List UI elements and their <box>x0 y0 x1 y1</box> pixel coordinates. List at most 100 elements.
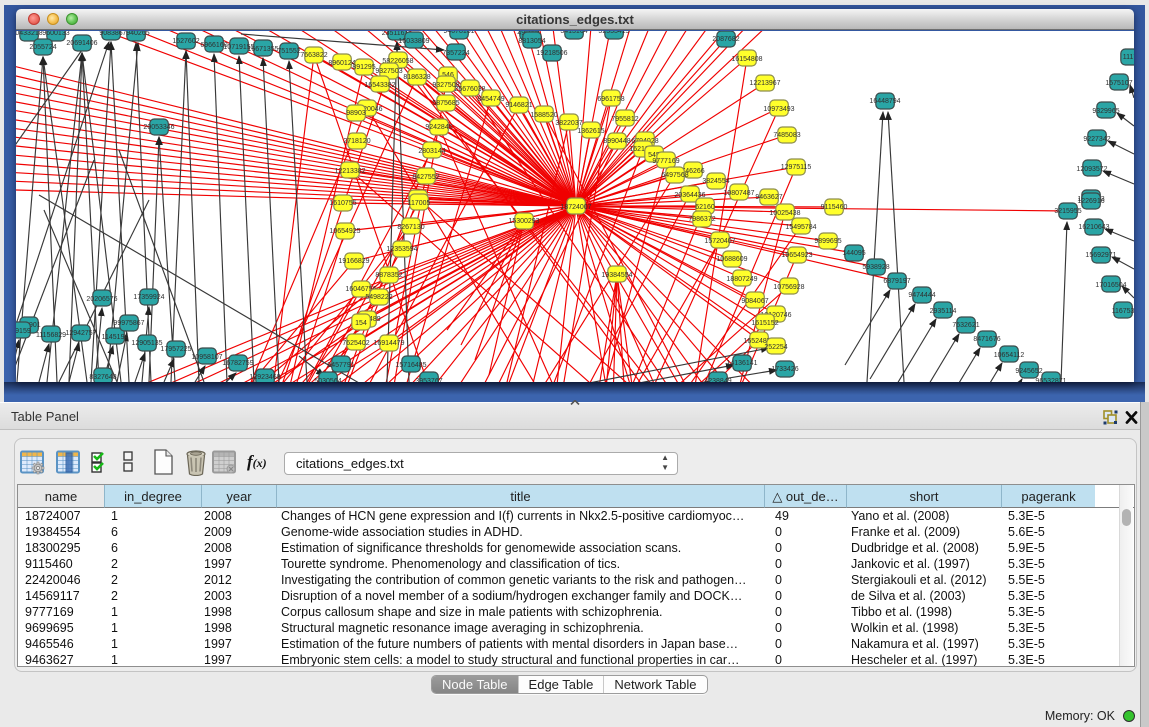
svg-text:17359924: 17359924 <box>133 294 164 301</box>
svg-text:12213967: 12213967 <box>749 80 780 87</box>
svg-text:15716485: 15716485 <box>395 362 426 369</box>
svg-text:12353594: 12353594 <box>386 246 417 253</box>
svg-text:7485083: 7485083 <box>773 132 800 139</box>
svg-text:2803144: 2803144 <box>418 148 445 155</box>
svg-text:9457791: 9457791 <box>327 362 354 369</box>
svg-text:4238849: 4238849 <box>704 378 731 382</box>
svg-text:12942757: 12942757 <box>65 330 96 337</box>
svg-text:1588520: 1588520 <box>530 112 557 119</box>
svg-text:9242845: 9242845 <box>425 124 452 131</box>
svg-text:10025438: 10025438 <box>769 210 800 217</box>
svg-text:117005: 117005 <box>408 200 431 207</box>
svg-text:18807249: 18807249 <box>726 276 757 283</box>
svg-text:99975867: 99975867 <box>113 320 144 327</box>
svg-text:1575107: 1575107 <box>1105 80 1132 87</box>
svg-text:6961758: 6961758 <box>597 96 624 103</box>
svg-text:9600133: 9600133 <box>42 31 69 37</box>
svg-text:1226916: 1226916 <box>1077 198 1104 205</box>
svg-text:20691406: 20691406 <box>66 40 97 47</box>
svg-text:0433218: 0433218 <box>16 31 43 37</box>
svg-text:8267130: 8267130 <box>397 224 424 231</box>
svg-text:39159: 39159 <box>16 328 31 335</box>
svg-text:2055724: 2055724 <box>29 44 56 51</box>
svg-text:7663822: 7663822 <box>300 52 327 59</box>
svg-text:9084067: 9084067 <box>741 298 768 305</box>
svg-text:16154808: 16154808 <box>731 56 762 63</box>
svg-text:1527602: 1527602 <box>172 38 199 45</box>
svg-text:12905135: 12905135 <box>131 340 162 347</box>
svg-text:19384554: 19384554 <box>601 272 632 279</box>
svg-text:16782759: 16782759 <box>222 360 253 367</box>
svg-text:9777169: 9777169 <box>652 158 679 165</box>
svg-text:10654925: 10654925 <box>329 228 360 235</box>
svg-text:3822037: 3822037 <box>555 120 582 127</box>
svg-text:12975115: 12975115 <box>781 164 812 171</box>
svg-text:6879197: 6879197 <box>883 278 910 285</box>
svg-text:12093572: 12093572 <box>1076 166 1107 173</box>
svg-text:16033809: 16033809 <box>398 38 429 45</box>
svg-text:9245652: 9245652 <box>1015 368 1042 375</box>
svg-text:3215955: 3215955 <box>1054 208 1081 215</box>
svg-text:3824554: 3824554 <box>702 178 729 185</box>
svg-text:52553419: 52553419 <box>598 31 629 35</box>
svg-text:16448794: 16448794 <box>869 98 900 105</box>
svg-text:8990448: 8990448 <box>603 138 630 145</box>
svg-text:1615152: 1615152 <box>751 320 778 327</box>
svg-text:20053346: 20053346 <box>143 124 174 131</box>
svg-text:252254: 252254 <box>764 344 787 351</box>
svg-text:2718120: 2718120 <box>343 138 370 145</box>
svg-text:7986372: 7986372 <box>688 216 715 223</box>
svg-text:15495784: 15495784 <box>785 224 816 231</box>
svg-text:5498222: 5498222 <box>365 294 392 301</box>
svg-text:62160: 62160 <box>695 204 715 211</box>
svg-text:7955812: 7955812 <box>611 116 638 123</box>
svg-text:14136141: 14136141 <box>726 360 757 367</box>
svg-text:16914479: 16914479 <box>373 340 404 347</box>
svg-text:10688609: 10688609 <box>716 256 747 263</box>
svg-text:10756928: 10756928 <box>773 284 804 291</box>
svg-text:908386: 908386 <box>99 31 122 37</box>
svg-text:17957225: 17957225 <box>160 346 191 353</box>
svg-text:116753: 116753 <box>1112 308 1134 315</box>
svg-text:7632621: 7632621 <box>952 322 979 329</box>
svg-text:891295: 891295 <box>352 64 375 71</box>
svg-text:5875685: 5875685 <box>432 100 459 107</box>
svg-text:10654112: 10654112 <box>994 352 1025 359</box>
svg-text:8813054: 8813054 <box>518 38 545 45</box>
svg-text:19166829: 19166829 <box>338 258 369 265</box>
svg-text:9899695: 9899695 <box>814 238 841 245</box>
svg-text:6497568: 6497568 <box>661 172 688 179</box>
svg-text:18724007: 18724007 <box>560 204 591 211</box>
svg-text:20206576: 20206576 <box>86 296 117 303</box>
svg-text:7625402: 7625402 <box>342 340 369 347</box>
svg-text:15720407: 15720407 <box>704 238 735 245</box>
svg-text:12213382: 12213382 <box>334 168 365 175</box>
svg-text:8327648: 8327648 <box>89 374 116 381</box>
svg-text:11156829: 11156829 <box>36 332 66 339</box>
svg-text:8471676: 8471676 <box>973 336 1000 343</box>
svg-text:16210643: 16210643 <box>1078 224 1109 231</box>
svg-text:2935114: 2935114 <box>930 308 957 315</box>
svg-text:15300293: 15300293 <box>508 218 539 225</box>
svg-text:12923468: 12923468 <box>249 374 280 381</box>
svg-text:1362615: 1362615 <box>577 128 604 135</box>
svg-text:16543382: 16543382 <box>364 82 395 89</box>
svg-text:9327503: 9327503 <box>375 68 402 75</box>
svg-text:144095: 144095 <box>842 250 865 257</box>
svg-text:9329965: 9329965 <box>1092 108 1119 115</box>
svg-text:19654923: 19654923 <box>781 252 812 259</box>
svg-text:8186328: 8186328 <box>403 74 430 81</box>
svg-text:9474444: 9474444 <box>908 292 935 299</box>
svg-text:17016504: 17016504 <box>1095 282 1126 289</box>
svg-text:15692971: 15692971 <box>1085 252 1116 259</box>
svg-text:5030564: 5030564 <box>314 378 341 382</box>
svg-text:10958107: 10958107 <box>191 354 222 361</box>
svg-text:10807487: 10807487 <box>723 190 754 197</box>
svg-text:3413164: 3413164 <box>560 31 587 35</box>
svg-text:1610755: 1610755 <box>329 200 356 207</box>
svg-text:5938928: 5938928 <box>862 264 889 271</box>
svg-text:9463627: 9463627 <box>755 194 782 201</box>
svg-text:3953767: 3953767 <box>415 378 442 382</box>
svg-text:96532871: 96532871 <box>1035 378 1066 382</box>
svg-text:19218506: 19218506 <box>536 50 567 57</box>
